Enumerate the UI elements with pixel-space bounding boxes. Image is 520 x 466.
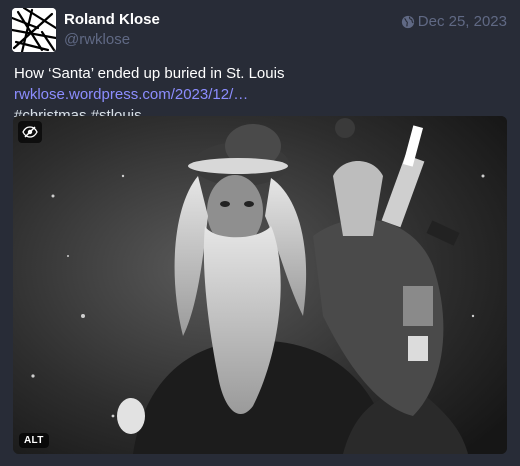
avatar-image xyxy=(12,8,56,52)
display-name[interactable]: Roland Klose xyxy=(64,11,160,28)
media-attachment[interactable]: ALT xyxy=(13,116,507,454)
alt-text-badge[interactable]: ALT xyxy=(19,433,49,448)
eye-slash-icon xyxy=(22,126,38,138)
santa-photo xyxy=(13,116,507,454)
post-text: How ‘Santa’ ended up buried in St. Louis xyxy=(14,65,285,82)
globe-icon xyxy=(401,15,414,28)
account-handle[interactable]: @rwklose xyxy=(64,31,130,48)
hide-media-button[interactable] xyxy=(18,121,42,143)
post-link[interactable]: rwklose.wordpress.com/2023/12/… xyxy=(14,86,248,103)
status-card: Roland Klose @rwklose Dec 25, 2023 How ‘… xyxy=(0,0,520,466)
timestamp-text: Dec 25, 2023 xyxy=(417,13,507,30)
avatar[interactable] xyxy=(12,8,56,52)
post-timestamp[interactable]: Dec 25, 2023 xyxy=(401,13,507,30)
